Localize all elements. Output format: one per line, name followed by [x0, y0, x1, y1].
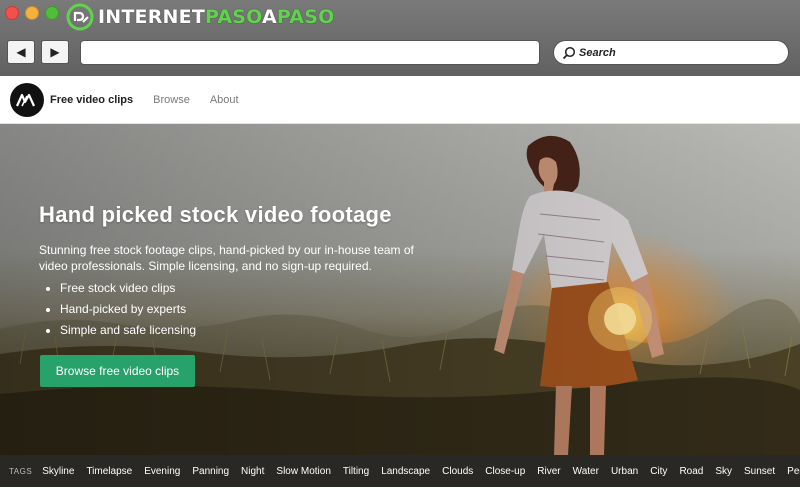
window-controls — [5, 6, 59, 20]
tag-slow-motion[interactable]: Slow Motion — [276, 466, 330, 477]
watermark-part-2: PASO — [204, 6, 262, 28]
minimize-window-button[interactable] — [25, 6, 39, 20]
site-logo-icon — [16, 93, 36, 106]
tag-tilting[interactable]: Tilting — [343, 466, 369, 477]
tag-sky[interactable]: Sky — [715, 466, 732, 477]
internetpasoapaso-watermark: INTERNETPASOAPASO — [66, 2, 334, 32]
hero-description: Stunning free stock footage clips, hand-… — [39, 243, 414, 273]
tag-urban[interactable]: Urban — [611, 466, 638, 477]
tag-night[interactable]: Night — [241, 466, 264, 477]
site-logo[interactable] — [10, 82, 44, 117]
close-window-button[interactable] — [5, 6, 19, 20]
feature-text: Simple and safe licensing — [60, 323, 197, 337]
feature-item: Free stock video clips — [46, 278, 196, 299]
feature-text: Hand-picked by experts — [60, 302, 187, 316]
address-bar[interactable] — [80, 40, 540, 65]
tag-people[interactable]: People — [787, 466, 800, 477]
hero-section: Hand picked stock video footage Stunning… — [0, 124, 800, 455]
tag-close-up[interactable]: Close-up — [485, 466, 525, 477]
tag-sunset[interactable]: Sunset — [744, 466, 775, 477]
tag-city[interactable]: City — [650, 466, 667, 477]
watermark-part-4: PASO — [276, 6, 335, 28]
hero-title: Hand picked stock video footage — [39, 202, 392, 227]
back-button[interactable]: ◀ — [7, 40, 35, 64]
tags-bar: TAGS Skyline Timelapse Evening Panning N… — [0, 455, 800, 487]
watermark-logo-icon — [66, 3, 94, 31]
browser-chrome: INTERNETPASOAPASO ◀ ▶ — [0, 0, 800, 76]
bullet-icon — [46, 307, 50, 312]
tag-evening[interactable]: Evening — [144, 466, 180, 477]
forward-button[interactable]: ▶ — [41, 40, 69, 64]
watermark-part-3: A — [262, 6, 277, 28]
browser-search-box[interactable] — [553, 40, 789, 65]
tag-water[interactable]: Water — [573, 466, 599, 477]
tag-river[interactable]: River — [537, 466, 560, 477]
browse-clips-button[interactable]: Browse free video clips — [40, 355, 195, 387]
tag-panning[interactable]: Panning — [192, 466, 229, 477]
feature-item: Simple and safe licensing — [46, 320, 196, 341]
site-name[interactable]: Free video clips — [50, 94, 133, 106]
tags-label: TAGS — [9, 466, 33, 476]
watermark-part-1: INTERNET — [98, 6, 205, 28]
feature-item: Hand-picked by experts — [46, 299, 196, 320]
site-header: Free video clips Browse About — [0, 76, 800, 124]
tag-road[interactable]: Road — [679, 466, 703, 477]
tag-landscape[interactable]: Landscape — [381, 466, 430, 477]
back-arrow-icon: ◀ — [16, 45, 26, 59]
tag-clouds[interactable]: Clouds — [442, 466, 473, 477]
bullet-icon — [46, 328, 50, 333]
tag-skyline[interactable]: Skyline — [42, 466, 74, 477]
feature-text: Free stock video clips — [60, 281, 176, 295]
watermark-text: INTERNETPASOAPASO — [98, 6, 334, 28]
page-bottom-edge — [0, 487, 800, 500]
tag-timelapse[interactable]: Timelapse — [86, 466, 132, 477]
search-icon — [562, 46, 576, 59]
bullet-icon — [46, 286, 50, 291]
hero-feature-list: Free stock video clips Hand-picked by ex… — [46, 278, 196, 341]
forward-arrow-icon: ▶ — [50, 45, 60, 59]
nav-link-browse[interactable]: Browse — [153, 94, 190, 106]
maximize-window-button[interactable] — [45, 6, 59, 20]
nav-link-about[interactable]: About — [210, 94, 239, 106]
search-input[interactable] — [579, 46, 779, 59]
